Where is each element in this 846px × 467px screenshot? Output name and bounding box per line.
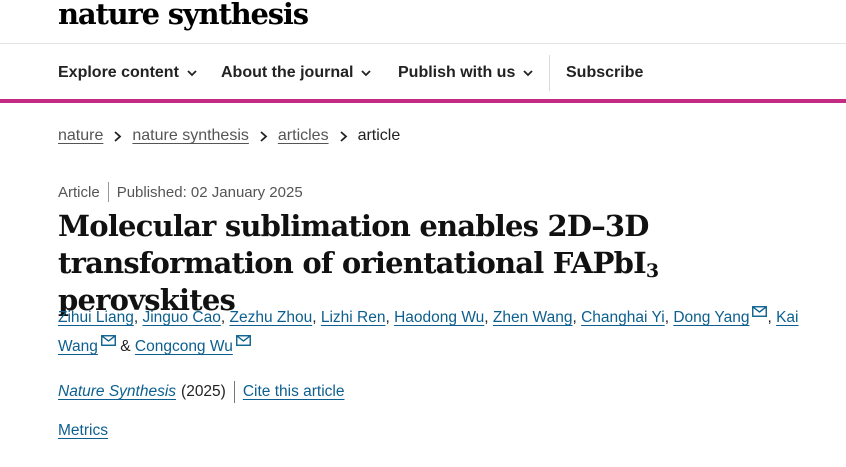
author-link[interactable]: Lizhi Ren [321,309,386,326]
mail-icon[interactable] [100,335,116,346]
nav-about-journal[interactable]: About the journal [221,45,372,100]
article-type: Article [58,183,100,201]
chevron-down-icon [187,69,197,76]
breadcrumb-current: article [357,127,401,144]
publication-year: (2025) [181,383,226,400]
author-link[interactable]: Zezhu Zhou [230,309,313,326]
breadcrumb-nature-synthesis[interactable]: nature synthesis [132,127,249,145]
mail-icon[interactable] [752,306,768,317]
nav-subscribe[interactable]: Subscribe [566,45,643,100]
author-separator: , [385,309,390,326]
main-nav: Explore content About the journal Publis… [0,45,846,100]
published-date: Published: 02 January 2025 [116,183,303,201]
author-separator: , [767,309,772,326]
author-separator: , [484,309,489,326]
metrics-link[interactable]: Metrics [58,422,108,440]
site-header: nature synthesis [0,0,846,44]
nav-publish-label: Publish with us [398,63,516,81]
nav-about-label: About the journal [221,63,354,81]
author-list: Zihui Liang, Jinguo Cao, Zezhu Zhou, Liz… [58,303,818,361]
chevron-right-icon [114,130,122,142]
breadcrumb-articles[interactable]: articles [278,127,329,145]
mail-icon[interactable] [235,335,251,346]
author-and: & [120,338,131,355]
author-link[interactable]: Dong Yang [673,309,749,326]
title-subscript: 3 [645,260,659,282]
author-link[interactable]: Zihui Liang [58,309,134,326]
journal-link[interactable]: Nature Synthesis [58,383,176,401]
breadcrumb: nature nature synthesis articles article [58,126,400,146]
citation-line: Nature Synthesis (2025) Cite this articl… [58,381,345,403]
nav-divider [549,55,550,91]
author-separator: , [664,309,670,326]
author-separator: , [312,309,317,326]
breadcrumb-nature[interactable]: nature [58,127,103,145]
site-logo[interactable]: nature synthesis [58,0,309,32]
cite-divider [233,381,235,403]
chevron-down-icon [523,69,533,76]
chevron-right-icon [339,130,347,142]
author-link[interactable]: Jinguo Cao [142,309,220,326]
author-separator: , [133,309,139,326]
chevron-right-icon [260,130,268,142]
nav-publish-with-us[interactable]: Publish with us [398,45,533,100]
article-meta: Article Published: 02 January 2025 [58,182,303,202]
nav-subscribe-label: Subscribe [566,63,644,81]
meta-divider [107,182,109,202]
nav-explore-content[interactable]: Explore content [58,45,197,100]
nav-explore-label: Explore content [58,63,179,81]
accent-bar [0,99,846,103]
author-link[interactable]: Changhai Yi [581,309,665,326]
author-link[interactable]: Congcong Wu [135,338,233,355]
author-separator: , [572,309,577,326]
author-separator: , [220,309,226,326]
author-link[interactable]: Zhen Wang [493,309,573,326]
cite-this-article-link[interactable]: Cite this article [243,383,345,401]
chevron-down-icon [361,69,372,76]
title-text: Molecular sublimation enables 2D–3D tran… [58,209,649,280]
author-link[interactable]: Haodong Wu [394,309,484,326]
